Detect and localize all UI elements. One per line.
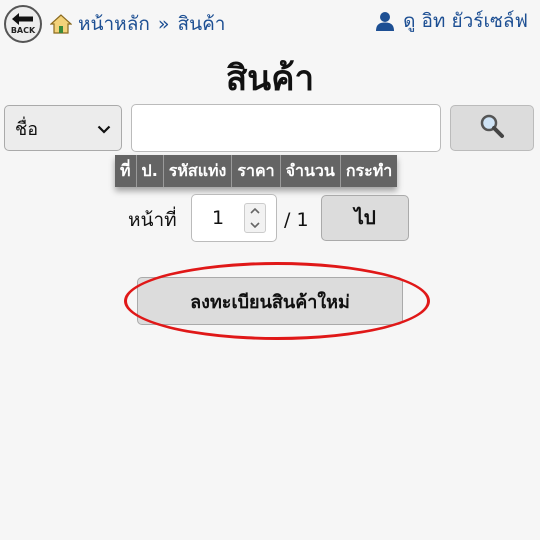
page-number-value: 1 <box>211 207 225 229</box>
page-total: / 1 <box>284 209 309 231</box>
search-input[interactable] <box>131 104 441 152</box>
page-title: สินค้า <box>225 59 315 99</box>
go-button[interactable]: ไป <box>321 195 409 241</box>
search-field-select[interactable]: ชื่อ <box>4 105 122 151</box>
search-field-value: ชื่อ <box>15 118 39 140</box>
breadcrumb-separator: » <box>157 13 170 35</box>
back-label: BACK <box>10 26 36 35</box>
column-header-index[interactable]: ที่ <box>115 155 136 187</box>
page-number-input[interactable]: 1 <box>191 194 277 242</box>
register-new-product-button[interactable]: ลงทะเบียนสินค้าใหม่ <box>137 277 403 325</box>
home-icon <box>50 14 72 34</box>
search-button[interactable] <box>450 105 534 151</box>
column-header-quantity[interactable]: จำนวน <box>279 155 340 187</box>
column-header-price[interactable]: ราคา <box>231 155 280 187</box>
user-icon <box>375 11 395 31</box>
user-menu[interactable]: ดู อิท ยัวร์เซล์ฟ <box>375 6 528 36</box>
breadcrumb-current[interactable]: สินค้า <box>177 9 225 39</box>
breadcrumb: หน้าหลัก » สินค้า <box>50 9 225 39</box>
column-header-barcode[interactable]: รหัสแท่ง <box>162 155 232 187</box>
user-name[interactable]: ดู อิท ยัวร์เซล์ฟ <box>403 6 528 36</box>
column-header-actions[interactable]: กระทำ <box>339 155 398 187</box>
chevron-down-icon <box>97 118 111 139</box>
arrow-left-icon <box>12 13 34 25</box>
breadcrumb-home-link[interactable]: หน้าหลัก <box>78 9 150 39</box>
chevron-up-icon <box>250 208 260 214</box>
product-table-header: ที่ ป. รหัสแท่ง ราคา จำนวน กระทำ <box>115 155 398 187</box>
chevron-down-icon <box>250 222 260 228</box>
product-page: BACK หน้าหลัก » สินค้า ดู อิท ยัวร์เซล์ฟ… <box>0 0 540 540</box>
back-button[interactable]: BACK <box>4 5 42 43</box>
page-stepper[interactable] <box>244 203 266 233</box>
column-header-type[interactable]: ป. <box>135 155 163 187</box>
search-icon <box>479 113 505 143</box>
page-label: หน้าที่ <box>128 209 177 231</box>
